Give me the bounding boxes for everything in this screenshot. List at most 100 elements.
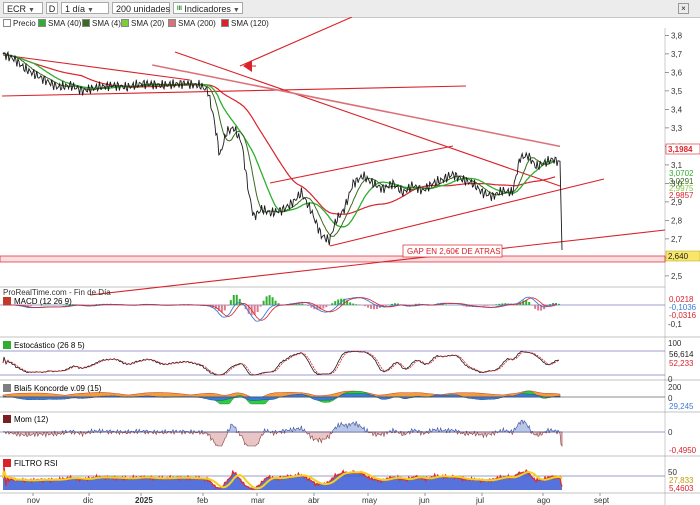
momentum-title: Mom (12) (14, 415, 49, 424)
stochastic-tick-100: 100 (668, 339, 682, 348)
price-y-tick-label: 3,4 (671, 105, 683, 114)
macd-histogram-bar (334, 301, 337, 305)
macd-histogram-bar (265, 296, 268, 305)
macd-histogram-bar (390, 303, 393, 305)
sma-120-line (2, 52, 556, 215)
chart-canvas: 3,83,73,63,53,43,33,23,13,02,92,82,72,62… (0, 17, 700, 505)
macd-histogram-bar (384, 305, 387, 306)
macd-histogram-bar (331, 303, 334, 305)
macd-histogram-bar (349, 302, 352, 305)
macd-histogram-bar (271, 297, 274, 305)
macd-histogram-bar (232, 295, 235, 305)
momentum-area (3, 430, 563, 448)
x-axis-month-label: feb (197, 496, 209, 505)
macd-histogram-bar (223, 305, 226, 311)
macd-histogram-bar (295, 304, 298, 305)
price-y-ticks: 3,83,73,63,53,43,33,23,13,02,92,82,72,62… (665, 31, 683, 281)
macd-histogram-bar (444, 304, 447, 305)
trend-line-top (239, 17, 353, 67)
koncorde-value: 29,245 (669, 402, 694, 411)
gap-zone (0, 255, 666, 263)
x-axis-month-label: jun (418, 496, 430, 505)
macd-histogram-bar (537, 305, 540, 311)
x-axis-month-label: may (362, 496, 377, 505)
macd-title: MACD (12 26 9) (14, 297, 72, 306)
stochastic-swatch (3, 341, 11, 349)
sma-200-line (152, 64, 561, 148)
indicators-button[interactable]: ᴵᴵᴵ Indicadores ▼ (173, 2, 243, 14)
period-selector[interactable]: 1 día ▼ (61, 2, 109, 14)
x-axis-month-label: sept (594, 496, 610, 505)
macd-histogram-bar (367, 305, 370, 308)
stochastic-value-2: 52,233 (669, 359, 694, 368)
price-y-tick-label: 2,7 (671, 235, 683, 244)
macd-histogram-bar (483, 305, 486, 306)
macd-histogram-bar (298, 303, 301, 305)
macd-histogram-bar (256, 305, 259, 313)
stochastic-d-line (2, 350, 560, 376)
x-axis-month-label: ago (537, 496, 551, 505)
macd-histogram-bar (558, 303, 561, 305)
macd-histogram-bar (364, 305, 367, 307)
stochastic-value-1: 56,614 (669, 350, 694, 359)
trend-line-resistance (174, 51, 561, 187)
macd-value-3: -0,0316 (669, 311, 697, 320)
sma-value-120: 2,9857 (669, 191, 694, 200)
momentum-positive-area (2, 419, 563, 433)
long-support-line (89, 229, 666, 296)
macd-histogram-bar (480, 305, 483, 306)
momentum-swatch (3, 415, 11, 423)
toolbar: ECR▼ D 1 día▼ 200 unidades▼ ᴵᴵᴵ Indicado… (0, 0, 700, 18)
macd-histogram-bar (495, 304, 498, 305)
macd-histogram-bar (486, 305, 489, 306)
chevron-down-icon: ▼ (87, 7, 94, 14)
macd-histogram-bar (498, 303, 501, 305)
last-price-label: 2,640 (668, 252, 689, 261)
price-y-tick-label: 3,7 (671, 50, 683, 59)
macd-histogram-bar (274, 300, 277, 305)
ticker-selector[interactable]: ECR ▼ (3, 2, 43, 14)
macd-histogram-bar (528, 302, 531, 305)
price-y-tick-label: 2,5 (671, 272, 683, 281)
macd-histogram-bar (301, 303, 304, 305)
macd-histogram-bar (226, 305, 229, 306)
macd-histogram-bar (307, 305, 310, 306)
rsi-value-2: 5,4603 (669, 484, 694, 493)
momentum-panel: Mom (12) 0 -0,4950 (0, 415, 700, 457)
chevron-down-icon: ▼ (232, 7, 240, 14)
macd-panel: MACD (12 26 9) -0,1 0,0218 -0,1036 -0,03… (0, 294, 700, 338)
macd-swatch (3, 297, 11, 305)
macd-histogram-bar (229, 300, 232, 305)
macd-histogram-bar (262, 300, 265, 305)
rsi-swatch (3, 459, 11, 467)
macd-histogram-bar (355, 304, 358, 305)
indicators-label: Indicadores (184, 4, 231, 14)
macd-histogram-bar (268, 295, 271, 305)
price-y-tick-label: 2,8 (671, 216, 683, 225)
chevron-down-icon: ▼ (28, 7, 35, 14)
rsi-title: FILTRO RSI (14, 459, 57, 468)
macd-histogram-bar (259, 305, 262, 307)
stochastic-panel: Estocástico (26 8 5) 100 0 56,614 52,233 (0, 339, 700, 384)
close-window-icon[interactable]: × (678, 3, 689, 14)
macd-line (3, 296, 558, 322)
macd-histogram-bar (531, 305, 534, 306)
gap-annotation-text: GAP EN 2,60€ DE ATRAS (407, 247, 501, 256)
momentum-tick-0: 0 (668, 428, 673, 437)
macd-tick: -0,1 (668, 320, 682, 329)
current-price-label: 3,1984 (668, 145, 693, 154)
macd-histogram-bar (304, 304, 307, 305)
units-selector[interactable]: 200 unidades▼ (112, 2, 179, 14)
x-axis: nov dic 2025 feb mar abr may jun jul ago sept (27, 493, 610, 505)
macd-histogram-bar (352, 303, 355, 305)
sma-40-line (2, 52, 556, 228)
macd-histogram-bar (370, 305, 373, 309)
d-button[interactable]: D (46, 2, 58, 14)
price-y-tick-label: 3,6 (671, 68, 683, 77)
macd-histogram-bar (534, 305, 537, 309)
koncorde-swatch (3, 384, 11, 392)
ticker-label: ECR (7, 4, 27, 14)
arrow-icon (243, 60, 252, 72)
period-label: 1 día (65, 4, 86, 14)
macd-histogram-bar (373, 305, 376, 310)
